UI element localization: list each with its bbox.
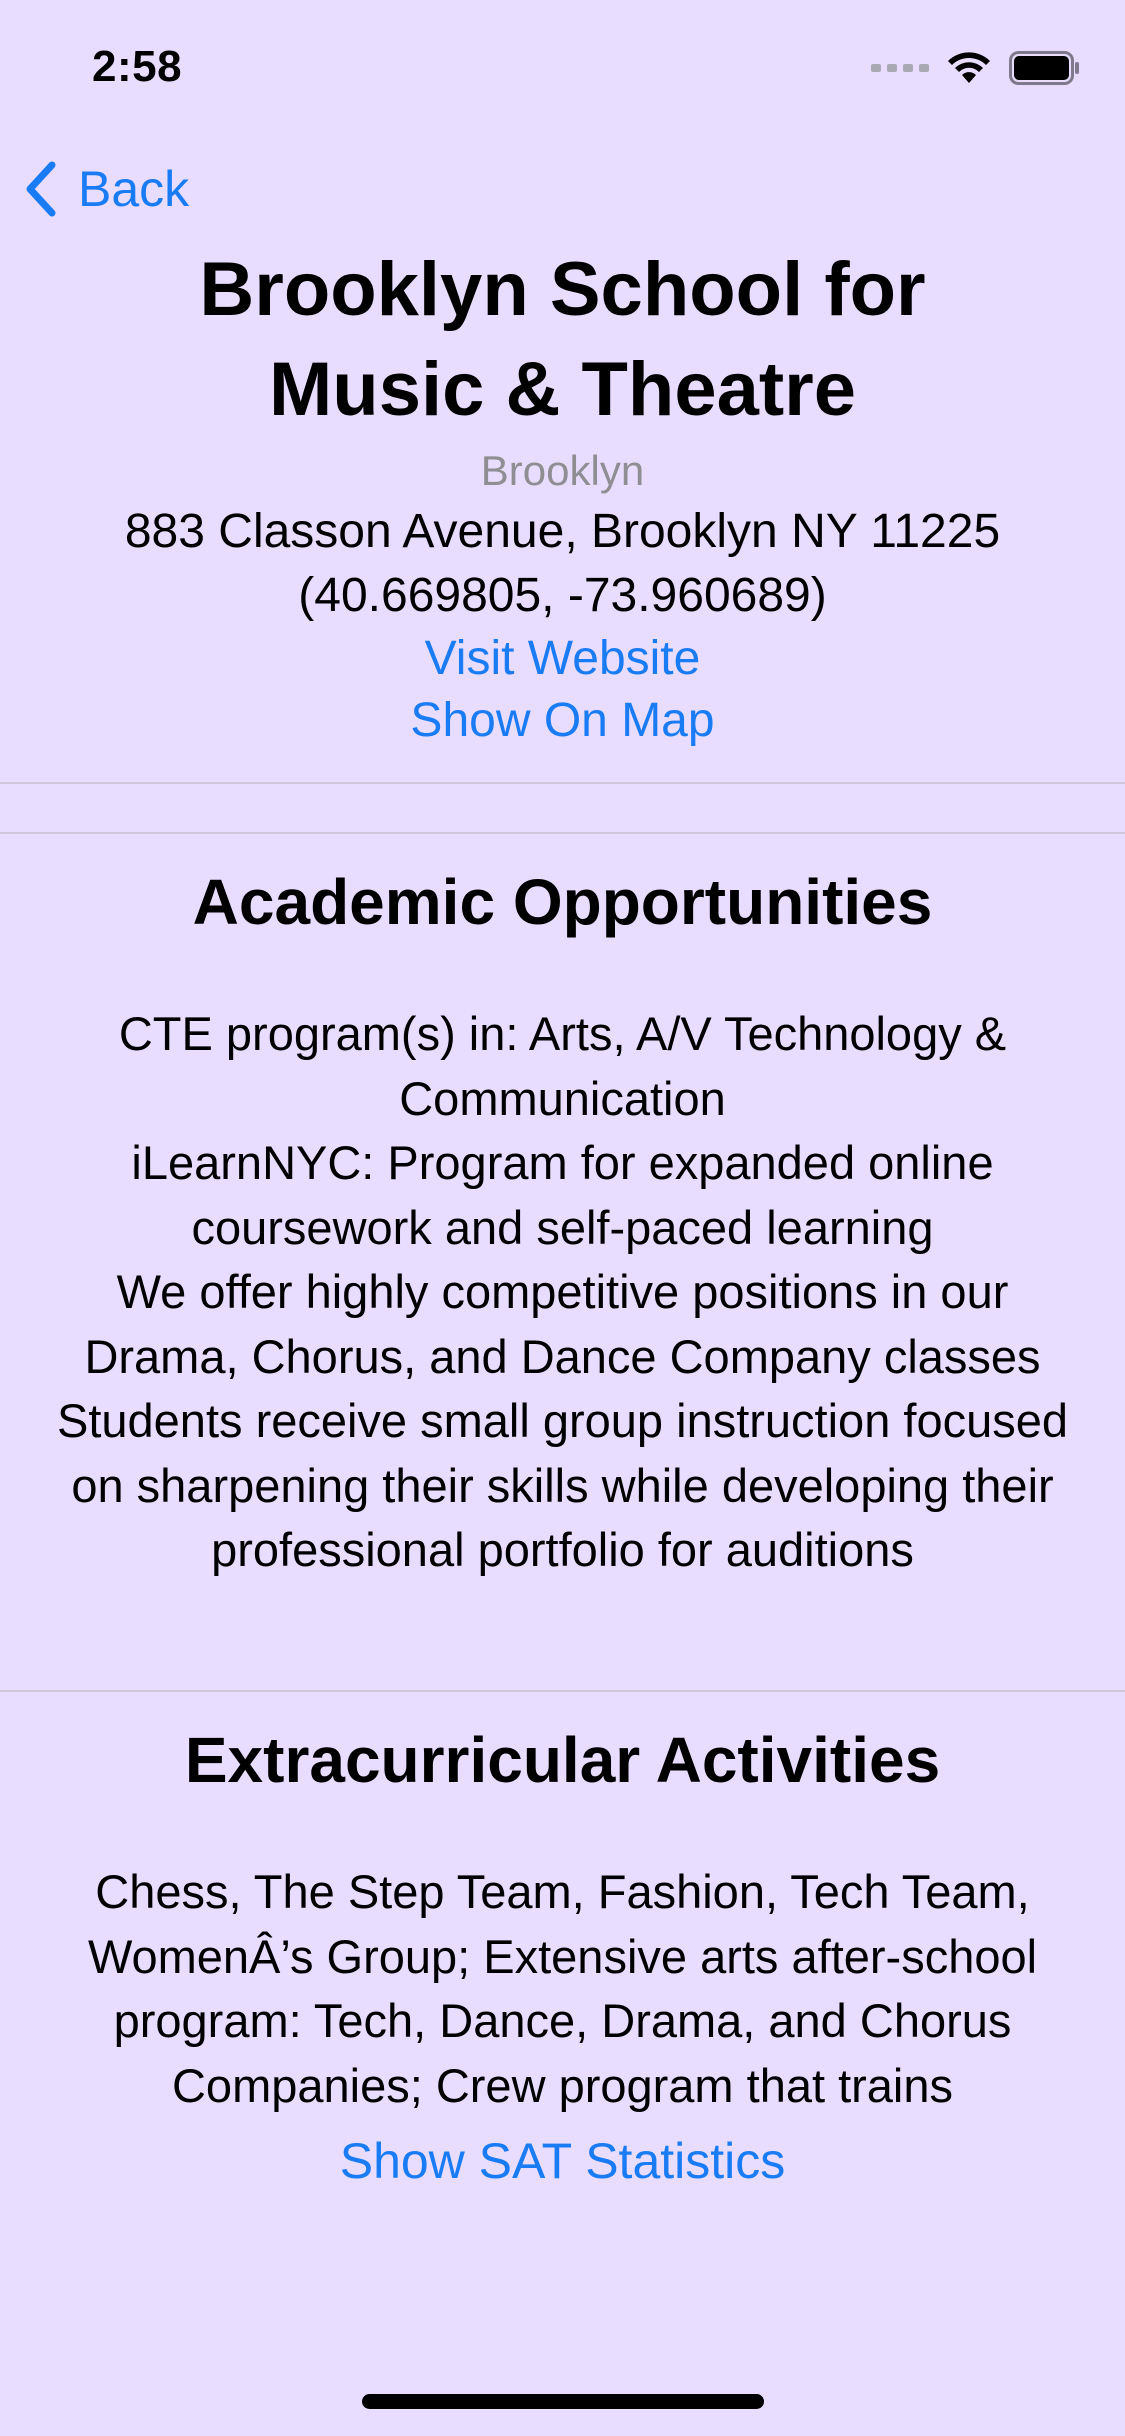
school-name: Brooklyn School for Music & Theatre [199,247,926,432]
show-sat-statistics-button[interactable]: Show SAT Statistics [0,2132,1125,2190]
status-indicators [871,48,1081,88]
school-coordinates: (40.669805, -73.960689) [298,569,827,622]
academic-opportunities-title: Academic Opportunities [192,866,933,938]
back-label: Back [78,161,190,217]
status-time: 2:58 [92,42,183,91]
extracurricular-body: Chess, The Step Team, Fashion, Tech Team… [87,1865,1038,2112]
home-indicator [362,2394,764,2409]
chevron-left-icon [26,161,56,217]
extracurricular-section-header: Extracurricular Activities [0,1720,1125,1800]
academic-opportunities-section: Academic Opportunities CTE program(s) in… [0,862,1125,1583]
divider [0,1690,1125,1692]
cellular-signal-icon [871,64,929,72]
academic-line: CTE program(s) in: Arts, A/V Technology … [118,1007,1007,1125]
wifi-icon [948,52,990,83]
extracurricular-title: Extracurricular Activities [184,1724,941,1796]
school-address: 883 Classon Avenue, Brooklyn NY 11225 [124,505,1001,558]
academic-opportunities-body: CTE program(s) in: Arts, A/V Technology … [0,1002,1125,1583]
visit-website-link[interactable]: Visit Website [0,628,1125,690]
school-header: Brooklyn School for Music & Theatre Broo… [0,240,1125,752]
divider [0,832,1125,834]
divider [0,782,1125,784]
academic-line: We offer highly competitive positions in… [84,1265,1041,1383]
academic-line: Students receive small group instruction… [56,1394,1069,1576]
status-bar: 2:58 [0,0,1125,140]
academic-line: iLearnNYC: Program for expanded online c… [131,1136,994,1254]
school-borough: Brooklyn [480,447,645,494]
show-on-map-link[interactable]: Show On Map [0,690,1125,752]
battery-icon [1009,51,1079,85]
extracurricular-scroll-area[interactable]: Chess, The Step Team, Fashion, Tech Team… [0,1860,1125,2112]
back-button[interactable]: Back [24,160,189,218]
